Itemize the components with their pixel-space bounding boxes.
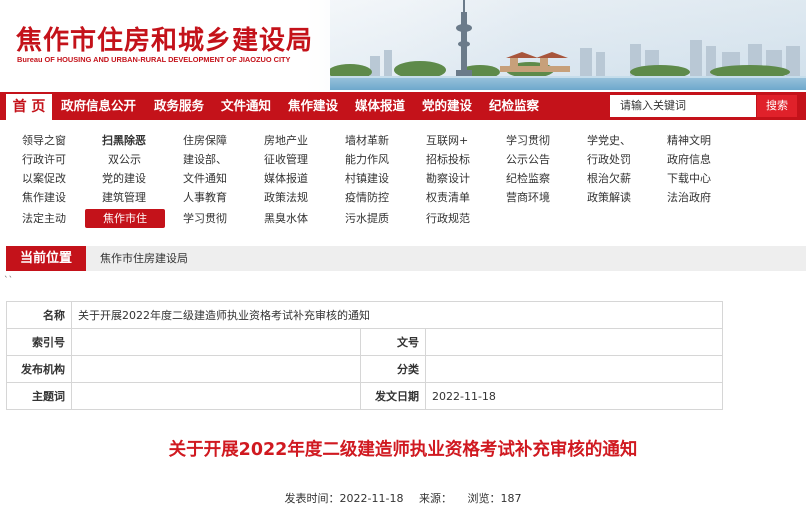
quick-link[interactable]: 能力作风 xyxy=(345,150,389,169)
nav-item-gov-service[interactable]: 政务服务 xyxy=(154,92,204,120)
quick-link[interactable]: 法定主动 xyxy=(22,209,66,228)
quick-link[interactable]: 媒体报道 xyxy=(264,169,308,188)
views-info: 浏览：187 xyxy=(467,492,522,505)
quick-link[interactable]: 建设部、 xyxy=(183,150,227,169)
index-value xyxy=(71,328,361,356)
docno-label: 文号 xyxy=(360,328,426,356)
quick-link[interactable]: 焦作建设 xyxy=(22,188,66,207)
header-banner: 焦作市住房和城乡建设局 Bureau OF HOUSING AND URBAN-… xyxy=(0,0,806,90)
date-value: 2022-11-18 xyxy=(425,382,723,410)
breadcrumb-label: 当前位置 xyxy=(6,246,86,271)
nav-item-jiaozuo-construction[interactable]: 焦作建设 xyxy=(288,92,338,120)
quick-link[interactable]: 以案促改 xyxy=(22,169,66,188)
nav-item-party[interactable]: 党的建设 xyxy=(422,92,472,120)
quick-link[interactable]: 互联网+ xyxy=(426,131,468,150)
quick-link[interactable]: 领导之窗 xyxy=(22,131,66,150)
category-label: 分类 xyxy=(360,355,426,383)
quick-link[interactable]: 污水提质 xyxy=(345,209,389,228)
name-value: 关于开展2022年度二级建造师执业资格考试补充审核的通知 xyxy=(71,301,723,329)
nav-item-notices[interactable]: 文件通知 xyxy=(221,92,271,120)
quick-link[interactable]: 行政规范 xyxy=(426,209,470,228)
quick-link[interactable]: 营商环境 xyxy=(506,188,550,207)
site-title: 焦作市住房和城乡建设局 xyxy=(16,26,314,56)
quick-link[interactable]: 墙材革新 xyxy=(345,131,389,150)
source-info: 来源： xyxy=(418,492,452,505)
topic-label: 主题词 xyxy=(6,382,72,410)
quick-link[interactable]: 精神文明 xyxy=(667,131,711,150)
quick-link[interactable]: 政策解读 xyxy=(587,188,631,207)
search-button[interactable]: 搜索 xyxy=(757,95,797,117)
quick-link[interactable]: 公示公告 xyxy=(506,150,550,169)
name-label: 名称 xyxy=(6,301,72,329)
article-title: 关于开展2022年度二级建造师执业资格考试补充审核的通知 xyxy=(168,440,638,460)
document-info-table: 名称 关于开展2022年度二级建造师执业资格考试补充审核的通知 索引号 文号 发… xyxy=(6,301,723,410)
quick-link[interactable]: 行政处罚 xyxy=(587,150,631,169)
quick-link[interactable]: 学习贯彻 xyxy=(506,131,550,150)
quick-link-active[interactable]: 焦作市住 xyxy=(85,209,165,228)
quick-link[interactable]: 建筑管理 xyxy=(102,188,146,207)
quick-link[interactable]: 权责清单 xyxy=(426,188,470,207)
quick-link[interactable]: 党的建设 xyxy=(102,169,146,188)
quick-link[interactable]: 下载中心 xyxy=(667,169,711,188)
quick-link[interactable]: 人事教育 xyxy=(183,188,227,207)
quick-link[interactable]: 学党史、 xyxy=(587,131,631,150)
quick-link[interactable]: 根治欠薪 xyxy=(587,169,631,188)
nav-home-link[interactable]: 首 页 xyxy=(6,94,52,120)
nav-item-discipline[interactable]: 纪检监察 xyxy=(489,92,539,120)
quick-link[interactable]: 疫情防控 xyxy=(345,188,389,207)
quick-link[interactable]: 扫黑除恶 xyxy=(102,131,146,150)
quick-link[interactable]: 房地产业 xyxy=(264,131,308,150)
issuer-value xyxy=(71,355,361,383)
quick-link[interactable]: 行政许可 xyxy=(22,150,66,169)
topic-value xyxy=(71,382,361,410)
quick-link[interactable]: 学习贯彻 xyxy=(183,209,227,228)
quick-link[interactable]: 征收管理 xyxy=(264,150,308,169)
site-subtitle: Bureau OF HOUSING AND URBAN-RURAL DEVELO… xyxy=(17,55,291,64)
date-label: 发文日期 xyxy=(360,382,426,410)
issuer-label: 发布机构 xyxy=(6,355,72,383)
publish-info: 发表时间：2022-11-18 xyxy=(284,492,404,505)
quick-link[interactable]: 黑臭水体 xyxy=(264,209,308,228)
stray-mark: `` xyxy=(4,276,13,286)
quick-link[interactable]: 勘察设计 xyxy=(426,169,470,188)
nav-item-media[interactable]: 媒体报道 xyxy=(355,92,405,120)
quick-link[interactable]: 政府信息 xyxy=(667,150,711,169)
quick-link[interactable]: 文件通知 xyxy=(183,169,227,188)
index-label: 索引号 xyxy=(6,328,72,356)
search-input[interactable]: 请输入关键词 xyxy=(610,95,756,117)
category-value xyxy=(425,355,723,383)
city-skyline-image xyxy=(330,0,806,90)
breadcrumb: 当前位置 焦作市住房建设局 xyxy=(6,246,806,271)
quick-link[interactable]: 双公示 xyxy=(108,150,141,169)
quick-link[interactable]: 纪检监察 xyxy=(506,169,550,188)
nav-item-gov-info[interactable]: 政府信息公开 xyxy=(61,92,136,120)
breadcrumb-link[interactable]: 焦作市住房建设局 xyxy=(100,246,188,271)
main-nav: 首 页 政府信息公开 政务服务 文件通知 焦作建设 媒体报道 党的建设 纪检监察… xyxy=(0,92,806,120)
quick-link[interactable]: 法治政府 xyxy=(667,188,711,207)
docno-value xyxy=(425,328,723,356)
quick-link[interactable]: 村镇建设 xyxy=(345,169,389,188)
quick-link[interactable]: 住房保障 xyxy=(183,131,227,150)
quick-link[interactable]: 招标投标 xyxy=(426,150,470,169)
article-meta: 发表时间：2022-11-18 来源： 浏览：187 xyxy=(0,490,806,506)
quick-link[interactable]: 政策法规 xyxy=(264,188,308,207)
